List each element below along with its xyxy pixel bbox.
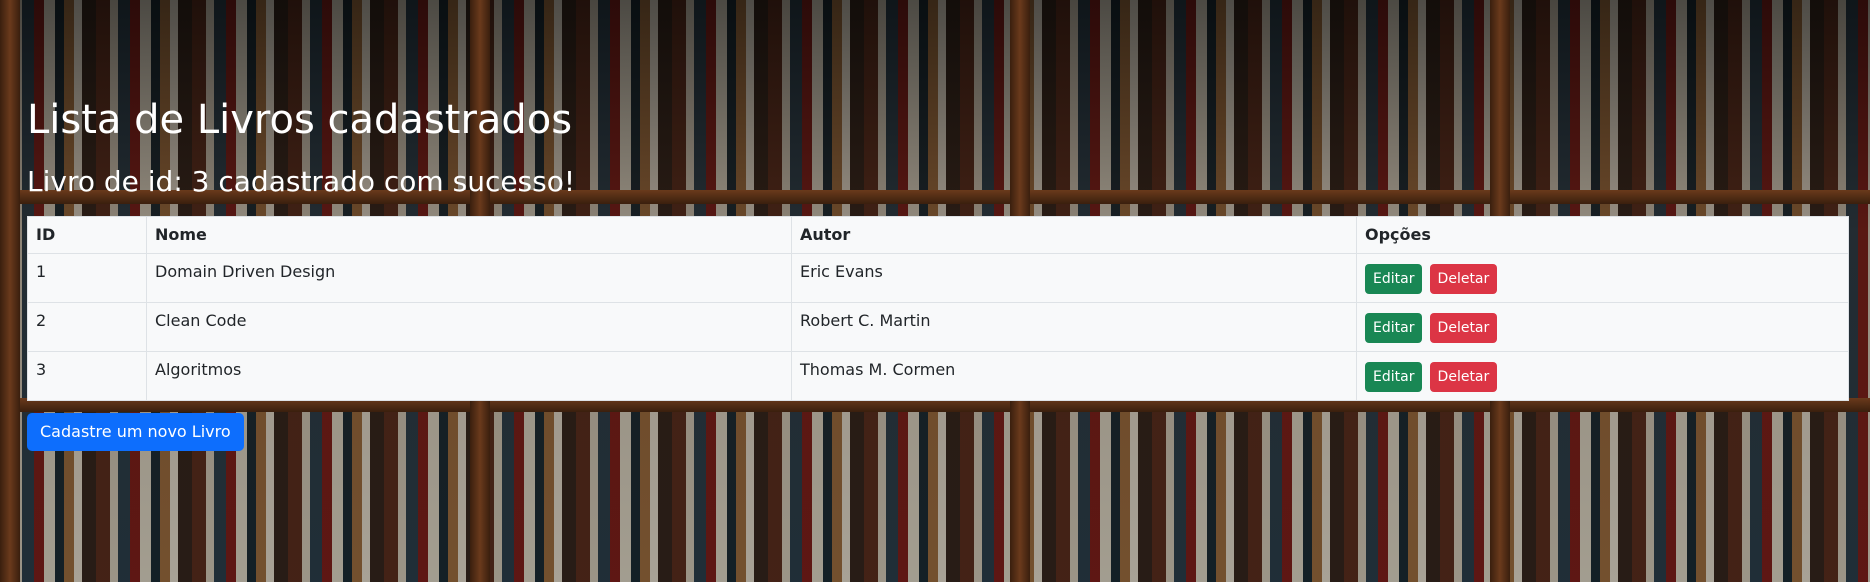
- table-row: 1 Domain Driven Design Eric Evans Editar…: [27, 253, 1849, 303]
- table-header-row: ID Nome Autor Opções: [27, 216, 1849, 254]
- new-book-button[interactable]: Cadastre um novo Livro: [27, 413, 244, 451]
- cell-opcoes: Editar Deletar: [1356, 253, 1849, 303]
- column-header-autor: Autor: [791, 216, 1357, 254]
- edit-button[interactable]: Editar: [1365, 264, 1423, 294]
- cell-id: 2: [27, 302, 147, 352]
- edit-button[interactable]: Editar: [1365, 313, 1423, 343]
- column-header-opcoes: Opções: [1356, 216, 1849, 254]
- cell-id: 3: [27, 351, 147, 401]
- column-header-nome: Nome: [146, 216, 792, 254]
- delete-button[interactable]: Deletar: [1429, 313, 1498, 343]
- table-row: 2 Clean Code Robert C. Martin Editar Del…: [27, 302, 1849, 352]
- cell-autor: Robert C. Martin: [791, 302, 1357, 352]
- books-table: ID Nome Autor Opções 1 Domain Driven Des…: [27, 216, 1849, 401]
- delete-button[interactable]: Deletar: [1429, 362, 1498, 392]
- success-message: Livro de id: 3 cadastrado com sucesso!: [27, 165, 576, 198]
- shelf-upright: [0, 0, 20, 582]
- cell-autor: Eric Evans: [791, 253, 1357, 303]
- edit-button[interactable]: Editar: [1365, 362, 1423, 392]
- column-header-id: ID: [27, 216, 147, 254]
- cell-opcoes: Editar Deletar: [1356, 302, 1849, 352]
- cell-autor: Thomas M. Cormen: [791, 351, 1357, 401]
- delete-button[interactable]: Deletar: [1429, 264, 1498, 294]
- cell-nome: Domain Driven Design: [146, 253, 792, 303]
- page-title: Lista de Livros cadastrados: [27, 97, 573, 143]
- table-row: 3 Algoritmos Thomas M. Cormen Editar Del…: [27, 351, 1849, 401]
- cell-opcoes: Editar Deletar: [1356, 351, 1849, 401]
- cell-id: 1: [27, 253, 147, 303]
- cell-nome: Algoritmos: [146, 351, 792, 401]
- cell-nome: Clean Code: [146, 302, 792, 352]
